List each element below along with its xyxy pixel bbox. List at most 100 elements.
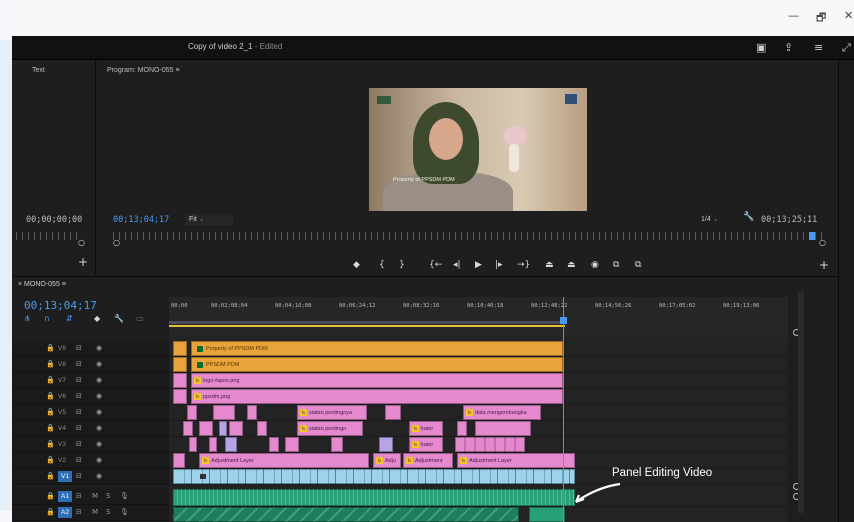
timeline-clip[interactable]: Property of PPSDM PDM [191,341,563,356]
timeline-clip[interactable] [173,469,575,484]
program-timecode[interactable]: 00;13;04;17 [113,215,169,225]
captions-icon[interactable]: ▭ [136,314,144,323]
extract-icon[interactable]: ⏏ [567,260,576,270]
expand-icon[interactable]: ⤢ [842,41,851,55]
track-header-v7[interactable]: 🔒 V7 ⊟ ◉ [12,373,169,389]
timeline-settings-icon[interactable]: 🔧 [114,314,124,323]
track-header-v8[interactable]: 🔒 V8 ⊟ ◉ [12,357,169,373]
timeline-clip[interactable]: fx kater [409,421,443,436]
timeline-clip[interactable] [189,437,197,452]
marker-icon[interactable]: ◆ [353,260,360,270]
mute-icon[interactable]: M [92,508,98,516]
timeline-clip[interactable] [173,373,187,388]
timeline-clip[interactable] [209,437,217,452]
sync-icon[interactable]: ⊟ [76,376,82,384]
eye-icon[interactable]: ◉ [96,392,102,400]
timeline-clip[interactable] [269,437,279,452]
track-header-v9[interactable]: 🔒 V9 ⊟ ◉ [12,341,169,357]
lock-icon[interactable]: 🔒 [46,360,55,368]
timeline-clip[interactable]: PPSDM PDM [191,357,563,372]
sync-icon[interactable]: ⊟ [76,456,82,464]
sync-icon[interactable]: ⊟ [76,492,82,500]
timeline-clip[interactable] [173,341,187,356]
track-header-v1[interactable]: 🔒 V1 ⊟ ◉ [12,469,169,485]
track-header-a2[interactable]: 🔒 A2 ⊟ M S 🎙 [12,505,169,521]
lock-icon[interactable]: 🔒 [46,508,55,516]
lock-icon[interactable]: 🔒 [46,492,55,500]
timeline-clip[interactable] [285,437,299,452]
source-panel-title[interactable]: Text [32,67,45,74]
timeline-clip[interactable]: fx Adjustment Layer [199,453,369,468]
play-icon[interactable]: ▶ [475,260,482,270]
lock-icon[interactable]: 🔒 [46,456,55,464]
resolution-dropdown[interactable]: 1/4 ⌄ [701,214,741,225]
track-header-v6[interactable]: 🔒 V6 ⊟ ◉ [12,389,169,405]
program-add-button-icon[interactable]: + [819,258,829,272]
share-icon[interactable]: ⇪ [784,41,793,54]
source-timecode[interactable]: 00;00;00;00 [26,215,82,225]
export-frame-icon[interactable]: ◉ [591,260,599,270]
timeline-clip[interactable]: fx Adju [373,453,401,468]
lock-icon[interactable]: 🔒 [46,376,55,384]
timeline-ruler[interactable]: 00;00 00;02;08;04 00;04;16;08 00;06;24;1… [169,297,788,337]
eye-icon[interactable]: ◉ [96,456,102,464]
eye-icon[interactable]: ◉ [96,440,102,448]
timeline-clip[interactable] [173,357,187,372]
step-forward-icon[interactable]: |▸ [495,260,503,270]
step-back-icon[interactable]: ◂| [453,260,461,270]
timeline-clip[interactable] [379,437,393,452]
out-point-icon[interactable]: } [399,260,405,270]
go-to-out-icon[interactable]: →} [517,260,530,270]
timeline-clip[interactable] [173,489,575,506]
timeline-clip[interactable]: fx Adjustment [403,453,453,468]
snap-icon[interactable]: ⋔ [24,314,31,323]
timeline-clip[interactable] [173,389,187,404]
timeline-clip[interactable]: fx siatan pentingn [297,421,363,436]
timeline-clip[interactable] [385,405,401,420]
timeline-clip[interactable] [219,421,227,436]
maximize-icon[interactable]: 🗗 [816,9,826,28]
lock-icon[interactable]: 🔒 [46,392,55,400]
sync-icon[interactable]: ⊟ [76,508,82,516]
sync-icon[interactable]: ⊟ [76,424,82,432]
eye-icon[interactable]: ◉ [96,472,102,480]
sync-icon[interactable]: ⊟ [76,344,82,352]
overwrite-icon[interactable]: ⧉ [635,260,641,270]
timeline-clip[interactable]: fx Adjustment Layer [457,453,575,468]
track-header-v4[interactable]: 🔒 V4 ⊟ ◉ [12,421,169,437]
timeline-clip[interactable] [173,507,519,522]
lock-icon[interactable]: 🔒 [46,472,55,480]
home-icon[interactable]: ▣ [756,41,766,54]
timeline-clip[interactable] [257,421,267,436]
timeline-clip[interactable] [199,421,213,436]
timeline-clip[interactable] [457,421,467,436]
marker-dot-icon[interactable]: ◆ [94,314,100,323]
source-ruler[interactable] [16,232,82,240]
timeline-vertical-scrollbar[interactable] [798,291,804,513]
lock-icon[interactable]: 🔒 [46,440,55,448]
program-ruler[interactable] [113,232,827,240]
timeline-clip[interactable]: fx data mengembangka [463,405,541,420]
sync-icon[interactable]: ⊟ [76,472,82,480]
source-add-button-icon[interactable]: + [78,255,88,269]
insert-icon[interactable]: ⧉ [613,260,619,270]
lift-icon[interactable]: ⏏ [545,260,554,270]
fit-dropdown[interactable]: Fit ⌄ [185,214,233,225]
settings-wrench-icon[interactable]: 🔧 [743,212,754,222]
linked-selection-icon[interactable]: ∩ [44,314,50,323]
timeline-clip[interactable]: fx ppsdm.png [191,389,563,404]
timeline-clip[interactable] [529,507,565,522]
sync-icon[interactable]: ⊟ [76,408,82,416]
eye-icon[interactable]: ◉ [96,408,102,416]
program-in-handle-icon[interactable]: ○ [113,238,120,247]
program-out-handle-icon[interactable]: ○ [819,238,826,247]
sync-icon[interactable]: ⊟ [76,440,82,448]
mute-icon[interactable]: M [92,492,98,500]
track-header-a1[interactable]: 🔒 A1 ⊟ M S 🎙 [12,489,169,505]
timeline-clip[interactable]: fx logo-fapos.png [191,373,563,388]
timeline-clip[interactable] [475,421,531,436]
lock-icon[interactable]: 🔒 [46,408,55,416]
program-playhead-marker[interactable] [809,232,815,240]
work-area-bar[interactable] [169,321,565,324]
timeline-timecode[interactable]: 00;13;04;17 [24,299,97,312]
